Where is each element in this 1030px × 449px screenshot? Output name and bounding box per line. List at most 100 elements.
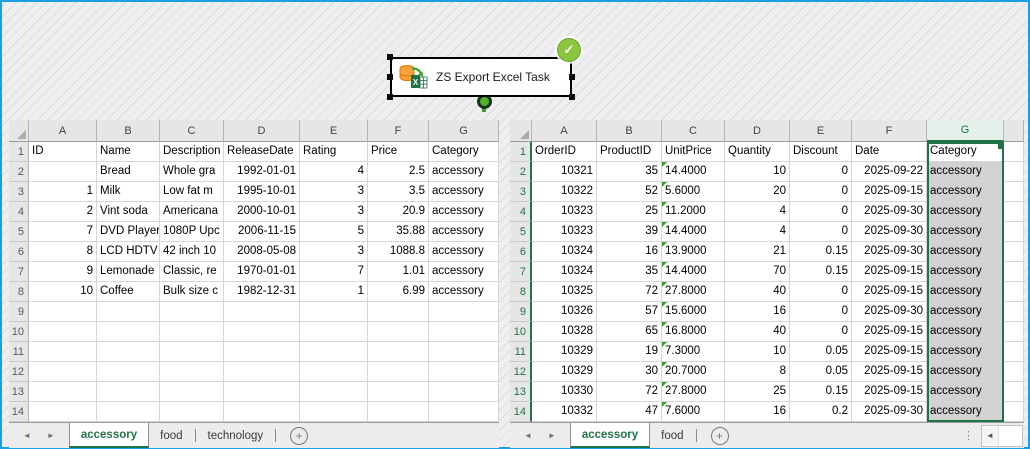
cell-E8[interactable]: 0 [790, 282, 852, 302]
selection-handle-mid-left[interactable] [387, 74, 393, 80]
cell-G14[interactable] [429, 402, 499, 422]
add-sheet-button[interactable]: + [711, 427, 729, 445]
sheet-tab-accessory[interactable]: accessory [570, 423, 650, 448]
cell-B6[interactable]: 16 [597, 242, 662, 262]
cell-partial[interactable] [1004, 202, 1024, 222]
cell-D3[interactable]: 1995-10-01 [224, 182, 300, 202]
row-header-14[interactable]: 14 [9, 402, 29, 422]
row-header-11[interactable]: 11 [510, 342, 532, 362]
column-header-A[interactable]: A [29, 120, 97, 142]
row-header-4[interactable]: 4 [9, 202, 29, 222]
cell-A4[interactable]: 2 [29, 202, 97, 222]
cell-A9[interactable]: 10326 [532, 302, 597, 322]
sheet-tab-technology[interactable]: technology [197, 423, 275, 448]
cell-C11[interactable] [160, 342, 224, 362]
cell-D14[interactable] [224, 402, 300, 422]
cell-G2[interactable]: accessory [429, 162, 499, 182]
row-header-6[interactable]: 6 [9, 242, 29, 262]
cell-G12[interactable]: accessory [927, 362, 1004, 382]
selection-handle-top-left[interactable] [387, 54, 393, 60]
cell-E5[interactable]: 5 [300, 222, 368, 242]
cell-A10[interactable] [29, 322, 97, 342]
cell-A12[interactable]: 10329 [532, 362, 597, 382]
row-header-13[interactable]: 13 [510, 382, 532, 402]
cell-B12[interactable]: 30 [597, 362, 662, 382]
cell-A10[interactable]: 10328 [532, 322, 597, 342]
cell-D5[interactable]: 4 [725, 222, 790, 242]
cell-E7[interactable]: 7 [300, 262, 368, 282]
cell-D13[interactable] [224, 382, 300, 402]
cell-A6[interactable]: 10324 [532, 242, 597, 262]
cell-F4[interactable]: 2025-09-30 [852, 202, 927, 222]
row-header-14[interactable]: 14 [510, 402, 532, 422]
cell-F3[interactable]: 2025-09-15 [852, 182, 927, 202]
cell-partial[interactable] [1004, 402, 1024, 422]
cell-B2[interactable]: Bread [97, 162, 160, 182]
cell-partial[interactable] [1004, 382, 1024, 402]
cell-E4[interactable]: 0 [790, 202, 852, 222]
add-sheet-button[interactable]: + [290, 427, 308, 445]
cell-partial[interactable] [1004, 262, 1024, 282]
cell-B1[interactable]: Name [97, 142, 160, 162]
cell-C11[interactable]: 7.3000 [662, 342, 725, 362]
cell-C9[interactable]: 15.6000 [662, 302, 725, 322]
cell-E1[interactable]: Discount [790, 142, 852, 162]
cell-D8[interactable]: 40 [725, 282, 790, 302]
cell-C8[interactable]: 27.8000 [662, 282, 725, 302]
cell-partial[interactable] [1004, 162, 1024, 182]
cell-F14[interactable] [368, 402, 429, 422]
row-header-12[interactable]: 12 [510, 362, 532, 382]
cell-G9[interactable]: accessory [927, 302, 1004, 322]
cell-A14[interactable]: 10332 [532, 402, 597, 422]
cell-G4[interactable]: accessory [429, 202, 499, 222]
column-header-G[interactable]: G [927, 120, 1004, 142]
row-header-6[interactable]: 6 [510, 242, 532, 262]
row-header-9[interactable]: 9 [9, 302, 29, 322]
task-node-zs-export-excel[interactable]: X ZS Export Excel Task [390, 57, 572, 97]
scrollbar-left-arrow-icon[interactable]: ◄ [982, 427, 999, 445]
cell-D9[interactable] [224, 302, 300, 322]
row-header-4[interactable]: 4 [510, 202, 532, 222]
row-header-7[interactable]: 7 [510, 262, 532, 282]
cell-E8[interactable]: 1 [300, 282, 368, 302]
cell-F5[interactable]: 35.88 [368, 222, 429, 242]
cell-A8[interactable]: 10325 [532, 282, 597, 302]
cell-C6[interactable]: 13.9000 [662, 242, 725, 262]
cell-D7[interactable]: 1970-01-01 [224, 262, 300, 282]
cell-B8[interactable]: Coffee [97, 282, 160, 302]
row-header-10[interactable]: 10 [9, 322, 29, 342]
cell-C4[interactable]: 11.2000 [662, 202, 725, 222]
row-header-1[interactable]: 1 [510, 142, 532, 162]
cell-B3[interactable]: 52 [597, 182, 662, 202]
cell-G10[interactable] [429, 322, 499, 342]
cell-D2[interactable]: 10 [725, 162, 790, 182]
row-header-1[interactable]: 1 [9, 142, 29, 162]
row-header-7[interactable]: 7 [9, 262, 29, 282]
cell-C5[interactable]: 1080P Upc [160, 222, 224, 242]
cell-partial[interactable] [1004, 322, 1024, 342]
cell-B5[interactable]: 39 [597, 222, 662, 242]
cell-E6[interactable]: 3 [300, 242, 368, 262]
cell-B13[interactable] [97, 382, 160, 402]
cell-E12[interactable]: 0.05 [790, 362, 852, 382]
cell-A1[interactable]: OrderID [532, 142, 597, 162]
cell-F10[interactable]: 2025-09-15 [852, 322, 927, 342]
cell-F11[interactable] [368, 342, 429, 362]
row-header-5[interactable]: 5 [9, 222, 29, 242]
cell-D14[interactable]: 16 [725, 402, 790, 422]
cell-A7[interactable]: 10324 [532, 262, 597, 282]
cell-D3[interactable]: 20 [725, 182, 790, 202]
cell-A14[interactable] [29, 402, 97, 422]
cell-E10[interactable]: 0 [790, 322, 852, 342]
cell-D6[interactable]: 21 [725, 242, 790, 262]
cell-C13[interactable]: 27.8000 [662, 382, 725, 402]
cell-G11[interactable] [429, 342, 499, 362]
cell-B13[interactable]: 72 [597, 382, 662, 402]
cell-A13[interactable] [29, 382, 97, 402]
cell-D4[interactable]: 4 [725, 202, 790, 222]
cell-F5[interactable]: 2025-09-30 [852, 222, 927, 242]
cell-F9[interactable]: 2025-09-30 [852, 302, 927, 322]
cell-G8[interactable]: accessory [927, 282, 1004, 302]
cell-F2[interactable]: 2.5 [368, 162, 429, 182]
cell-G6[interactable]: accessory [429, 242, 499, 262]
